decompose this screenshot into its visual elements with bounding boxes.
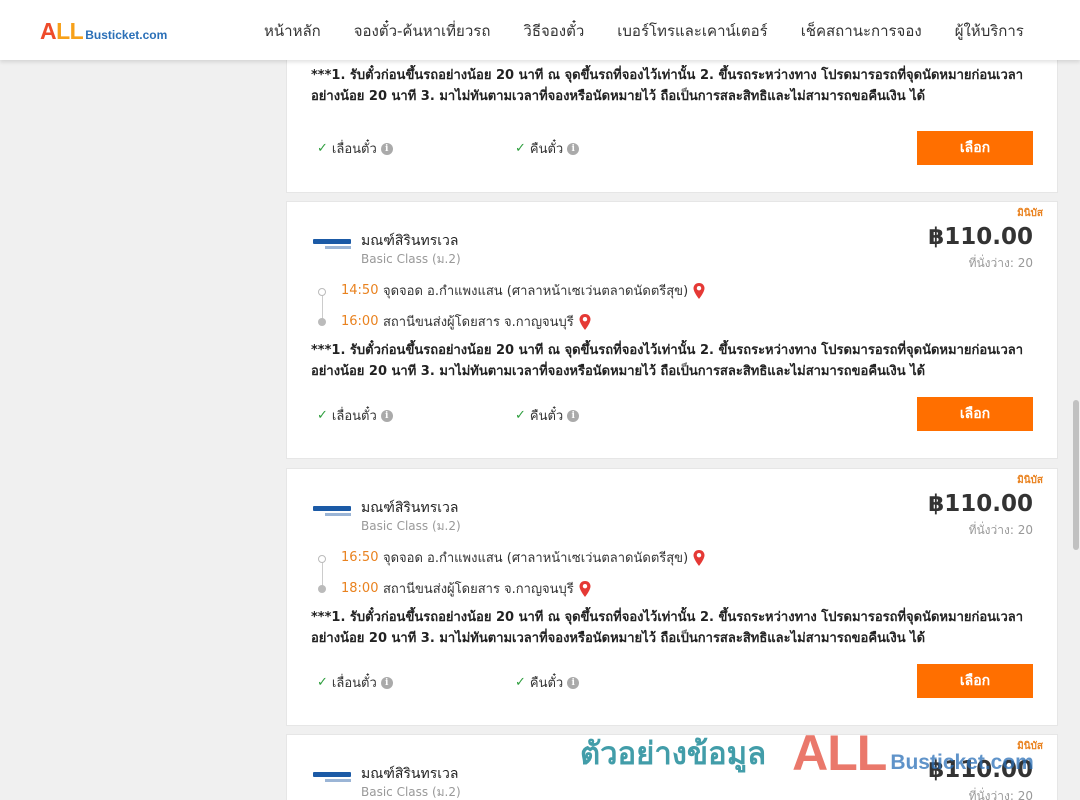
vehicle-type-badge: มินิบัส [1017,741,1043,752]
arrival-place: สถานีขนส่งผู้โดยสาร จ.กาญจนบุรี [383,315,574,330]
trip-card: มินิบัส มณฑ์สิรินทรเวล Basic Class (ม.2)… [286,734,1058,800]
check-icon: ✓ [317,408,328,423]
route-timeline-line [322,561,323,587]
info-icon[interactable]: i [380,142,393,155]
ticket-price: ฿110.00 [928,491,1033,517]
trip-card: มินิบัส มณฑ์สิรินทรเวล Basic Class (ม.2)… [286,468,1058,726]
operator-logo [313,239,353,253]
check-icon: ✓ [317,141,328,156]
map-pin-icon[interactable] [692,282,706,300]
trip-note: ***1. รับตั๋วก่อนขึ้นรถอย่างน้อย 20 นาที… [311,68,1024,104]
arrival-time: 18:00 [341,581,379,596]
select-button[interactable]: เลือก [917,397,1033,431]
departure-place: จุดจอด อ.กำแพงแสน (ศาลาหน้าเซเว่นตลาดนัด… [383,284,689,299]
trip-card: มินิบัส มณฑ์สิรินทรเวล Basic Class (ม.2)… [286,201,1058,459]
check-icon: ✓ [317,675,328,690]
check-icon: ✓ [515,141,526,156]
departure-dot-icon [318,288,326,296]
logo-suffix: Busticket.com [85,28,168,42]
select-button[interactable]: เลือก [917,664,1033,698]
feature-refund-label: คืนตั๋ว [529,142,564,157]
feature-postpone-label: เลื่อนตั๋ว [331,142,377,157]
departure-stop: จุดจอด อ.กำแพงแสน (ศาลาหน้าเซเว่นตลาดนัด… [383,547,706,568]
operator-name: มณฑ์สิรินทรเวล [361,766,459,782]
ticket-price: ฿110.00 [928,224,1033,250]
operator-name: มณฑ์สิรินทรเวล [361,500,459,516]
info-icon[interactable]: i [380,409,393,422]
feature-refund: ✓ คืนตั๋ว i [515,672,580,693]
seats-available: ที่นั่งว่าง: 20 [968,789,1033,800]
operator-name: มณฑ์สิรินทรเวล [361,233,459,249]
departure-place: จุดจอด อ.กำแพงแสน (ศาลาหน้าเซเว่นตลาดนัด… [383,551,689,566]
page-scrollbar[interactable] [1072,0,1080,800]
feature-refund: ✓ คืนตั๋ว i [515,405,580,426]
nav-how-to-book[interactable]: วิธีจองตั๋ว [523,19,584,43]
map-pin-icon[interactable] [692,549,706,567]
logo-all-text: ALL [40,18,84,44]
operator-logo [313,506,353,520]
map-pin-icon[interactable] [578,313,592,331]
operator-logo [313,772,353,786]
nav-phone-counters[interactable]: เบอร์โทรและเคาน์เตอร์ [617,19,767,43]
service-class: Basic Class (ม.2) [361,785,461,799]
scrollbar-thumb[interactable] [1073,400,1079,550]
info-icon[interactable]: i [567,676,580,689]
map-pin-icon[interactable] [578,580,592,598]
feature-refund: ✓ คืนตั๋ว i [515,138,580,159]
trip-note: ***1. รับตั๋วก่อนขึ้นรถอย่างน้อย 20 นาที… [311,343,1024,379]
service-class: Basic Class (ม.2) [361,252,461,266]
nav-check-booking[interactable]: เช็คสถานะการจอง [801,19,922,43]
arrival-stop: สถานีขนส่งผู้โดยสาร จ.กาญจนบุรี [383,311,592,332]
vehicle-type-badge: มินิบัส [1017,208,1043,219]
arrival-time: 16:00 [341,314,379,329]
nav-home[interactable]: หน้าหลัก [264,19,321,43]
feature-postpone: ✓ เลื่อนตั๋ว i [317,405,393,426]
info-icon[interactable]: i [567,409,580,422]
top-navbar: ALL Busticket.com หน้าหลัก จองตั๋ว-ค้นหา… [0,0,1080,60]
departure-time: 16:50 [341,550,379,565]
feature-postpone: ✓ เลื่อนตั๋ว i [317,138,393,159]
trip-note: ***1. รับตั๋วก่อนขึ้นรถอย่างน้อย 20 นาที… [311,610,1024,646]
service-class: Basic Class (ม.2) [361,519,461,533]
info-icon[interactable]: i [380,676,393,689]
departure-dot-icon [318,555,326,563]
select-button[interactable]: เลือก [917,131,1033,165]
vehicle-type-badge: มินิบัส [1017,475,1043,486]
seats-available: ที่นั่งว่าง: 20 [968,256,1033,270]
main-nav: หน้าหลัก จองตั๋ว-ค้นหาเที่ยวรถ วิธีจองตั… [264,19,1024,43]
check-icon: ✓ [515,408,526,423]
route-timeline-line [322,294,323,320]
info-icon[interactable]: i [567,142,580,155]
arrival-dot-icon [318,318,326,326]
feature-refund-label: คืนตั๋ว [529,676,564,691]
arrival-place: สถานีขนส่งผู้โดยสาร จ.กาญจนบุรี [383,582,574,597]
arrival-stop: สถานีขนส่งผู้โดยสาร จ.กาญจนบุรี [383,578,592,599]
ticket-price: ฿110.00 [928,757,1033,783]
check-icon: ✓ [515,675,526,690]
nav-booking-search[interactable]: จองตั๋ว-ค้นหาเที่ยวรถ [354,19,491,43]
nav-operators[interactable]: ผู้ให้บริการ [955,19,1024,43]
feature-postpone: ✓ เลื่อนตั๋ว i [317,672,393,693]
departure-time: 14:50 [341,283,379,298]
seats-available: ที่นั่งว่าง: 20 [968,523,1033,537]
feature-postpone-label: เลื่อนตั๋ว [331,676,377,691]
feature-postpone-label: เลื่อนตั๋ว [331,409,377,424]
site-logo[interactable]: ALL Busticket.com [40,18,167,44]
arrival-dot-icon [318,585,326,593]
feature-refund-label: คืนตั๋ว [529,409,564,424]
departure-stop: จุดจอด อ.กำแพงแสน (ศาลาหน้าเซเว่นตลาดนัด… [383,280,706,301]
